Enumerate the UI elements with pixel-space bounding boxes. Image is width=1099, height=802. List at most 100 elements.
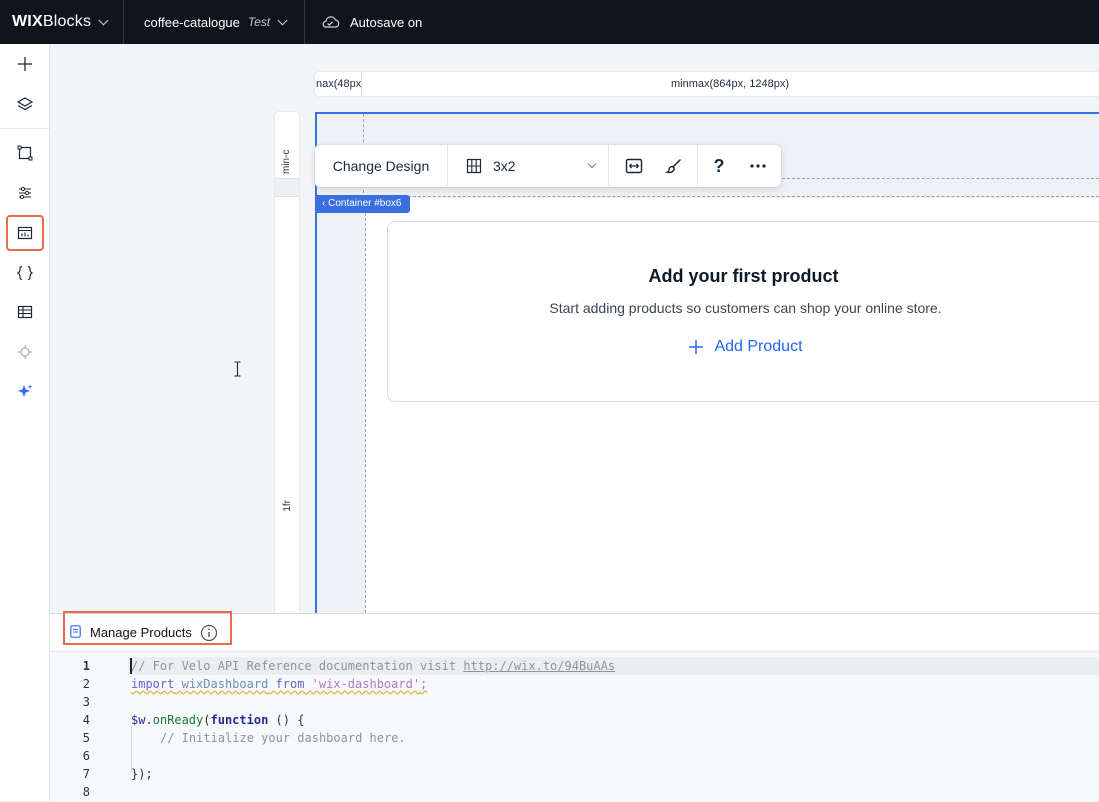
container-tag-label: Container #box6 — [328, 198, 402, 209]
code-panel-header: Manage Products — [50, 611, 1099, 652]
grid-line — [782, 178, 1099, 179]
plus-icon — [18, 57, 32, 71]
paren: ( — [203, 713, 211, 727]
docs-link[interactable]: http://wix.to/94BuAAs — [463, 659, 615, 673]
code-punct: }); — [131, 767, 153, 781]
connect-button[interactable] — [8, 336, 42, 368]
divider — [123, 0, 124, 44]
autosave-label: Autosave on — [350, 14, 423, 30]
question-icon: ? — [713, 155, 725, 176]
widget-design-button[interactable] — [8, 137, 42, 169]
connect-icon — [18, 345, 32, 359]
table-icon — [17, 305, 33, 319]
cms-button[interactable] — [8, 296, 42, 328]
logo-brand: WIX — [12, 13, 43, 30]
left-toolbar — [0, 44, 50, 801]
stretch-icon — [625, 158, 643, 174]
row-size-1: min-c — [281, 149, 292, 174]
more-actions-button[interactable] — [739, 145, 777, 187]
add-elements-button[interactable] — [8, 48, 42, 80]
code-line: import wixDashboard from 'wix-dashboard'… — [131, 677, 427, 691]
chevron-down-icon — [587, 159, 597, 169]
dashboard-page-icon — [17, 226, 33, 240]
design-button[interactable] — [655, 145, 693, 187]
line-number: 3 — [82, 695, 90, 709]
layout-dropdown[interactable]: 3x2 — [448, 145, 608, 187]
indent-guide — [131, 726, 132, 772]
chevron-down-icon — [277, 15, 288, 25]
code-braces-icon — [16, 265, 34, 281]
site-tag: Test — [247, 15, 271, 29]
code-comment: // For Velo API Reference documentation … — [131, 659, 464, 673]
logo-product: Blocks — [42, 13, 92, 30]
row-ruler: min-c 1fr — [275, 112, 299, 613]
site-name: coffee-catalogue — [144, 14, 240, 30]
ai-assistant-button[interactable] — [8, 376, 42, 408]
separator — [608, 145, 609, 187]
divider — [304, 0, 305, 44]
line-number: 7 — [82, 767, 90, 781]
element-toolbar: Change Design 3x2 ? — [315, 145, 781, 187]
keyword-function: function — [210, 713, 269, 727]
code-panel: Manage Products 1 2 3 4 5 6 7 8 // For V… — [50, 611, 1099, 802]
text-cursor-icon — [233, 361, 242, 382]
site-switcher[interactable]: coffee-catalogue Test — [144, 0, 288, 44]
settings-button[interactable] — [8, 177, 42, 209]
layers-icon — [16, 97, 34, 111]
code-comment: // Initialize your dashboard here. — [160, 731, 406, 745]
line-number: 4 — [82, 713, 90, 727]
column-size-2[interactable]: minmax(864px, 1248px) — [361, 72, 1099, 96]
add-product-label: Add Product — [714, 338, 803, 355]
row-gap — [275, 179, 299, 197]
identifier: wixDashboard — [181, 677, 269, 691]
code-line: // For Velo API Reference documentation … — [131, 659, 615, 673]
dashboard-pages-button[interactable] — [6, 215, 44, 251]
row-size-1-cell[interactable]: min-c — [275, 112, 299, 179]
crop-icon — [17, 145, 33, 161]
change-design-label: Change Design — [332, 158, 430, 174]
code-line: }); — [131, 767, 153, 781]
container-tag[interactable]: ‹ Container #box6 — [316, 195, 410, 213]
column-ruler: nax(48px minmax(864px, 1248px) — [315, 72, 1099, 96]
code-line: // Initialize your dashboard here. — [160, 731, 406, 745]
empty-state-title: Add your first product — [648, 266, 839, 286]
top-bar: WIX Blocks coffee-catalogue Test Autosave… — [0, 0, 1099, 44]
identifier: $w — [131, 713, 146, 727]
grid-line — [363, 196, 1099, 197]
autosave-status[interactable]: Autosave on — [320, 0, 422, 44]
chevron-down-icon — [98, 15, 109, 25]
empty-state-card[interactable]: Add your first product Start adding prod… — [387, 221, 1099, 402]
page-file-icon — [70, 625, 81, 638]
empty-state-subtitle: Start adding products so customers can s… — [549, 300, 942, 316]
line-number: 1 — [82, 659, 90, 673]
separator — [697, 145, 698, 187]
string-literal: 'wix-dashboard' — [311, 677, 421, 691]
row-size-2: 1fr — [282, 500, 293, 512]
wix-blocks-logo[interactable]: WIX Blocks — [12, 0, 109, 44]
file-tab-title: Manage Products — [90, 625, 192, 640]
change-design-button[interactable]: Change Design — [315, 145, 447, 187]
separator — [0, 128, 49, 129]
keyword-import: import — [131, 677, 175, 691]
add-product-button[interactable]: Add Product — [388, 338, 1099, 356]
column-size-1[interactable]: nax(48px — [315, 72, 362, 96]
more-dots-icon — [750, 164, 766, 168]
code-punct: () { — [268, 713, 305, 727]
line-number: 8 — [82, 785, 90, 799]
stretch-button[interactable] — [615, 145, 653, 187]
ai-sparkle-icon — [18, 384, 33, 397]
paint-brush-icon — [664, 158, 682, 174]
grid-icon — [466, 158, 482, 174]
code-button[interactable] — [8, 257, 42, 289]
info-icon[interactable] — [200, 624, 218, 642]
help-button[interactable]: ? — [700, 145, 738, 187]
layout-value: 3x2 — [493, 158, 516, 174]
code-line: $w.onReady(function () { — [131, 713, 304, 727]
cloud-check-icon — [322, 16, 340, 28]
keyword-from: from — [275, 677, 305, 691]
line-number: 2 — [82, 677, 90, 691]
dot: . — [145, 713, 153, 727]
plus-icon — [689, 340, 704, 354]
layers-button[interactable] — [8, 88, 42, 120]
line-number: 6 — [82, 749, 90, 763]
